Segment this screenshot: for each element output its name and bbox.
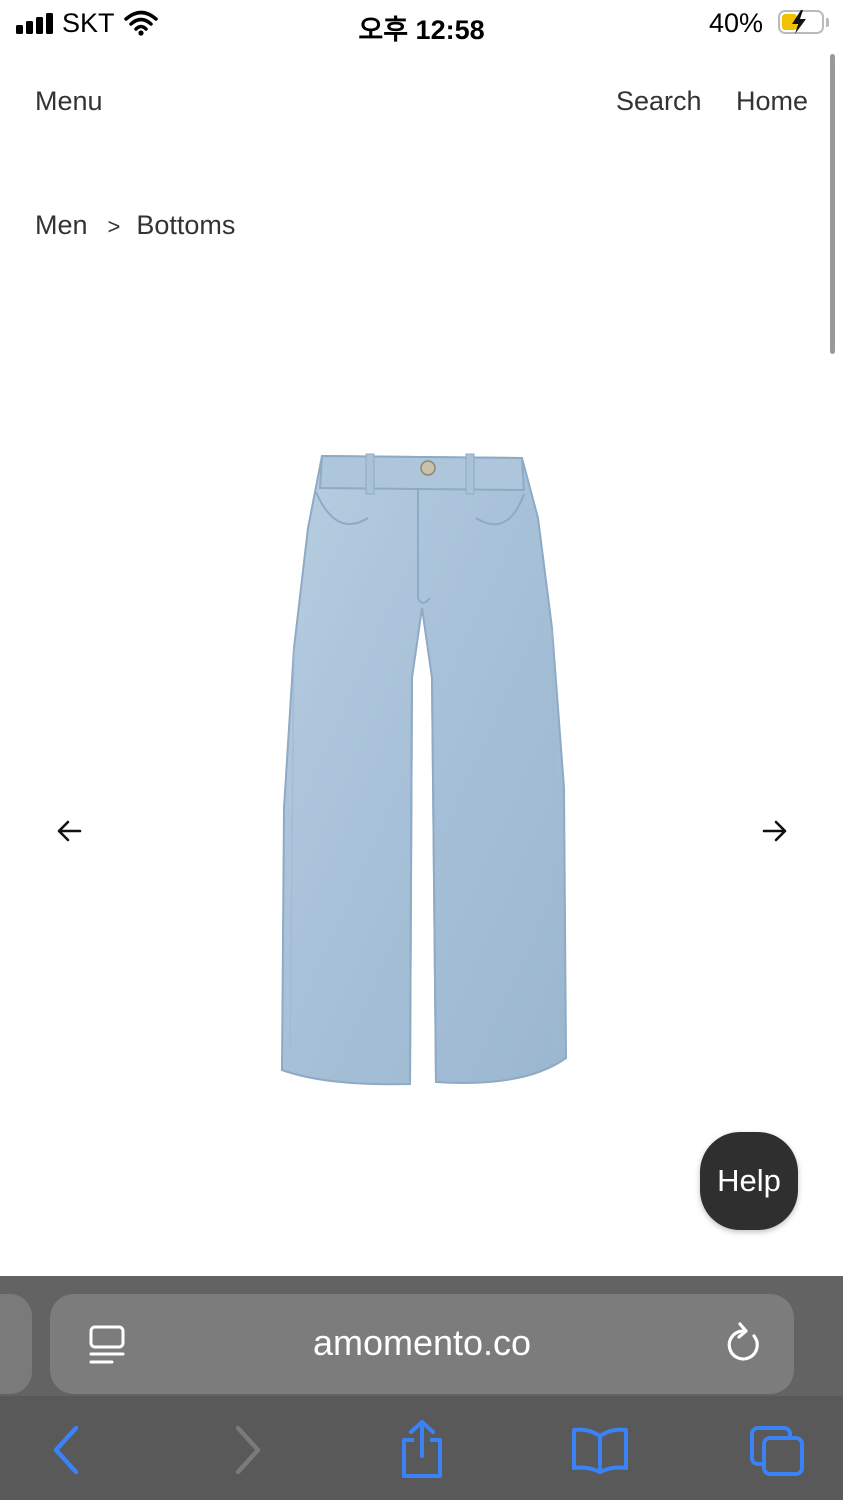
arrow-right-icon[interactable]	[760, 816, 790, 846]
address-url[interactable]: amomento.co	[50, 1322, 794, 1364]
bookmarks-icon[interactable]	[570, 1426, 630, 1476]
help-button[interactable]: Help	[700, 1132, 798, 1230]
battery-cap	[826, 18, 829, 27]
scroll-indicator[interactable]	[830, 54, 835, 354]
search-link[interactable]: Search	[616, 86, 702, 117]
address-bar[interactable]: amomento.co	[50, 1294, 794, 1394]
status-bar: SKT 오후 12:58 40%	[0, 0, 843, 48]
forward-icon[interactable]	[230, 1422, 266, 1478]
breadcrumb: Men > Bottoms	[35, 210, 235, 241]
home-link[interactable]: Home	[736, 86, 808, 117]
charging-bolt-icon	[792, 10, 806, 34]
breadcrumb-item-men[interactable]: Men	[35, 210, 88, 240]
tabs-icon[interactable]	[748, 1424, 806, 1478]
previous-tab-peek[interactable]	[0, 1294, 32, 1394]
breadcrumb-item-bottoms[interactable]: Bottoms	[136, 210, 235, 240]
battery-percent: 40%	[709, 8, 764, 38]
product-image-jeans	[280, 453, 568, 1086]
breadcrumb-separator: >	[107, 214, 121, 239]
reload-icon[interactable]	[724, 1320, 764, 1366]
arrow-left-icon[interactable]	[54, 816, 84, 846]
share-icon[interactable]	[396, 1418, 448, 1480]
menu-link[interactable]: Menu	[35, 86, 103, 117]
back-icon[interactable]	[48, 1422, 84, 1478]
